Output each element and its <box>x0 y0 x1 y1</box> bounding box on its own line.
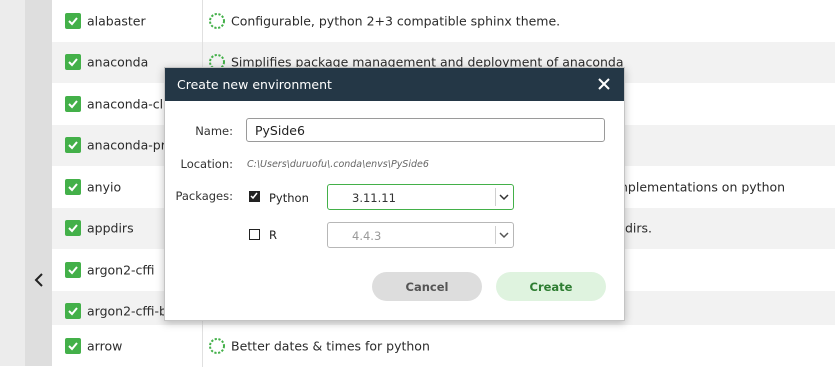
python-label: Python <box>269 191 309 205</box>
check-icon <box>250 192 258 200</box>
package-checkbox[interactable] <box>65 220 81 237</box>
dialog-title: Create new environment <box>177 77 332 92</box>
chevron-down-icon <box>499 232 509 239</box>
left-gutter <box>0 0 25 366</box>
package-checkbox[interactable] <box>65 137 81 154</box>
package-checkbox[interactable] <box>65 178 81 195</box>
python-checkbox[interactable] <box>249 191 260 202</box>
packages-label: Packages: <box>175 189 233 203</box>
package-checkbox[interactable] <box>65 12 81 29</box>
chevron-down-icon <box>499 194 509 201</box>
collapse-arrow-button[interactable] <box>25 262 52 298</box>
package-checkbox[interactable] <box>65 337 81 354</box>
r-label: R <box>269 228 277 242</box>
check-icon <box>68 307 78 316</box>
nav-rail <box>25 0 52 366</box>
r-checkbox[interactable] <box>249 229 260 240</box>
package-name: anyio <box>87 179 122 195</box>
check-icon <box>68 141 78 150</box>
python-version-value: 3.11.11 <box>352 191 396 205</box>
create-environment-dialog: Create new environment Name: Location: C… <box>164 67 625 321</box>
package-name: argon2-cffi-bi <box>87 303 171 319</box>
python-version-select[interactable]: 3.11.11 <box>327 184 514 210</box>
location-label: Location: <box>180 157 233 171</box>
check-icon <box>68 17 78 26</box>
package-name: alabaster <box>87 13 146 29</box>
close-button[interactable] <box>592 72 616 96</box>
package-name: arrow <box>87 338 123 354</box>
check-icon <box>68 58 78 67</box>
package-description: Configurable, python 2+3 compatible sphi… <box>231 13 561 29</box>
package-name: anaconda-clie <box>87 96 175 112</box>
name-label: Name: <box>195 124 233 138</box>
dialog-header: Create new environment <box>165 68 624 101</box>
check-icon <box>68 266 78 275</box>
check-icon <box>68 183 78 192</box>
name-input[interactable] <box>246 118 605 142</box>
status-spinner-icon <box>209 337 225 354</box>
package-checkbox[interactable] <box>65 95 81 112</box>
check-icon <box>68 224 78 233</box>
package-description: dirs. <box>625 220 653 236</box>
package-checkbox[interactable] <box>65 261 81 278</box>
package-name: appdirs <box>87 220 134 236</box>
table-row: alabaster Configurable, python 2+3 compa… <box>52 0 835 42</box>
create-button[interactable]: Create <box>496 272 606 301</box>
r-version-value: 4.4.3 <box>352 229 382 243</box>
close-icon <box>598 78 610 90</box>
status-spinner-icon <box>209 12 225 29</box>
chevron-left-icon <box>34 273 43 287</box>
cancel-button[interactable]: Cancel <box>372 272 482 301</box>
package-description: nplementations on python <box>620 179 786 195</box>
package-checkbox[interactable] <box>65 54 81 71</box>
package-checkbox[interactable] <box>65 303 81 320</box>
package-name: anaconda <box>87 54 149 70</box>
location-path: C:\Users\duruofu\.conda\envs\PySide6 <box>247 159 429 170</box>
package-description: Better dates & times for python <box>231 338 430 354</box>
check-icon <box>68 100 78 109</box>
check-icon <box>68 342 78 351</box>
package-name: argon2-cffi <box>87 262 155 278</box>
r-version-select[interactable]: 4.4.3 <box>327 222 514 248</box>
table-row: arrow Better dates & times for python <box>52 325 835 367</box>
